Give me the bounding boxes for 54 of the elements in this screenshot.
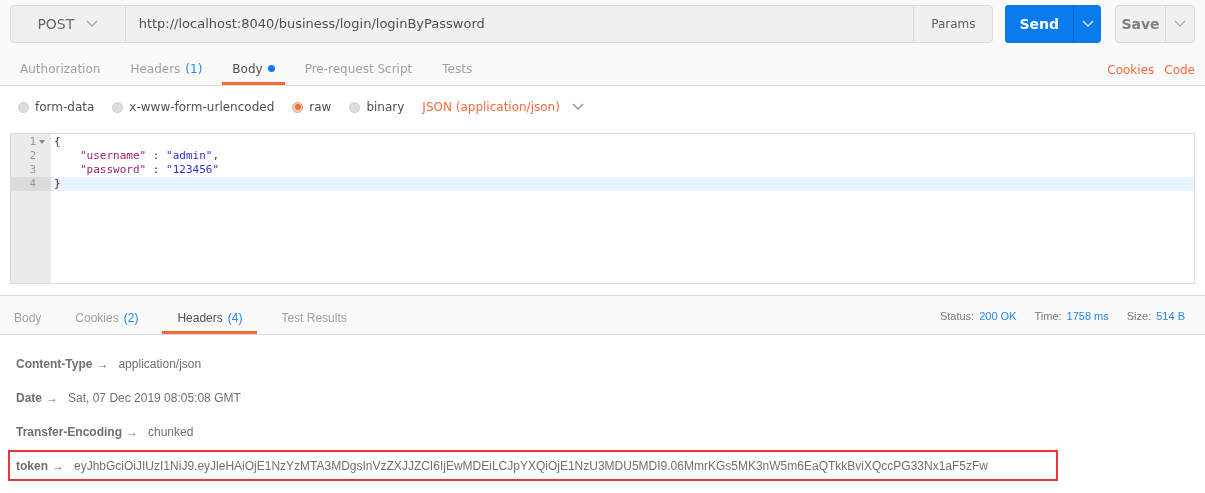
header-value: eyJhbGciOiJIUzI1NiJ9.eyJleHAiOjE1NzYzMTA3MDgsInVzZXJJZCI6IjEwMDEiLCJpYXQiOjE1NzU3MDU5MDI9.06MmrKGs5MK3nW5m6EaQTkkBviXQccPG33Nx1aF5zFw (74, 457, 988, 475)
meta-value: 1758 ms (1066, 308, 1109, 324)
method-dropdown[interactable]: POST (10, 5, 126, 43)
line-number: 1 (29, 133, 36, 150)
chevron-down-icon (1174, 20, 1186, 28)
code-line: "username" : "admin", (79, 149, 221, 163)
radio-label: x-www-form-urlencoded (129, 99, 275, 116)
arrow-glyph: → (52, 457, 64, 475)
header-value: application/json (118, 355, 202, 373)
fold-arrow-icon[interactable] (39, 140, 45, 144)
radio-button[interactable] (112, 101, 124, 113)
code-line: { (53, 135, 62, 149)
link[interactable]: Code (1164, 61, 1195, 79)
response-tab[interactable]: Test Results (271, 304, 357, 334)
radio-button[interactable] (18, 101, 29, 113)
radio-label: raw (309, 99, 332, 116)
header-value: Sat, 07 Dec 2019 08:05:08 GMT (68, 389, 241, 407)
arrow-glyph: → (126, 423, 138, 441)
header-name: Date (16, 389, 42, 407)
arrow-glyph: → (46, 389, 58, 407)
header-name: token (16, 457, 48, 475)
request-tab[interactable]: Pre-request Script (294, 55, 423, 85)
header-name: Content-Type (16, 355, 93, 373)
arrow-glyph: → (96, 355, 109, 373)
header-name: Transfer-Encoding (16, 423, 122, 441)
chevron-down-icon (1081, 20, 1094, 28)
method-label: POST (37, 14, 75, 34)
radio-button[interactable] (292, 101, 304, 113)
request-tab[interactable]: Body (222, 55, 285, 85)
response-tab[interactable]: Body (4, 304, 52, 334)
request-tab[interactable]: Authorization (10, 55, 111, 85)
line-number: 2 (29, 147, 36, 164)
meta-value: 200 OK (979, 308, 1017, 324)
radio-label: binary (366, 99, 405, 116)
line-number: 3 (29, 161, 36, 178)
meta-label: Status: (939, 308, 975, 324)
radio-button[interactable] (349, 101, 361, 113)
code-line: "password" : "123456" (79, 163, 221, 177)
meta-value: 514 B (1156, 308, 1185, 324)
request-tab[interactable]: Headers (1) (120, 55, 213, 85)
chevron-down-icon (571, 103, 584, 111)
line-number: 4 (29, 175, 36, 192)
content-type-dropdown[interactable]: JSON (application/json) (422, 98, 584, 116)
link[interactable]: Cookies (1107, 61, 1155, 79)
url-field[interactable]: http://localhost:8040/business/login/loginByPassword (125, 5, 914, 43)
meta-label: Time: (1034, 308, 1062, 324)
meta-label: Size: (1126, 308, 1152, 324)
response-tab[interactable]: Headers (4) (162, 304, 258, 334)
radio-label: form-data (35, 99, 95, 116)
request-tab[interactable]: Tests (432, 55, 483, 85)
chevron-down-icon (86, 20, 99, 28)
header-value: chunked (148, 423, 194, 441)
response-tab[interactable]: Cookies (2) (65, 304, 149, 334)
params-button[interactable]: Params (913, 5, 994, 43)
